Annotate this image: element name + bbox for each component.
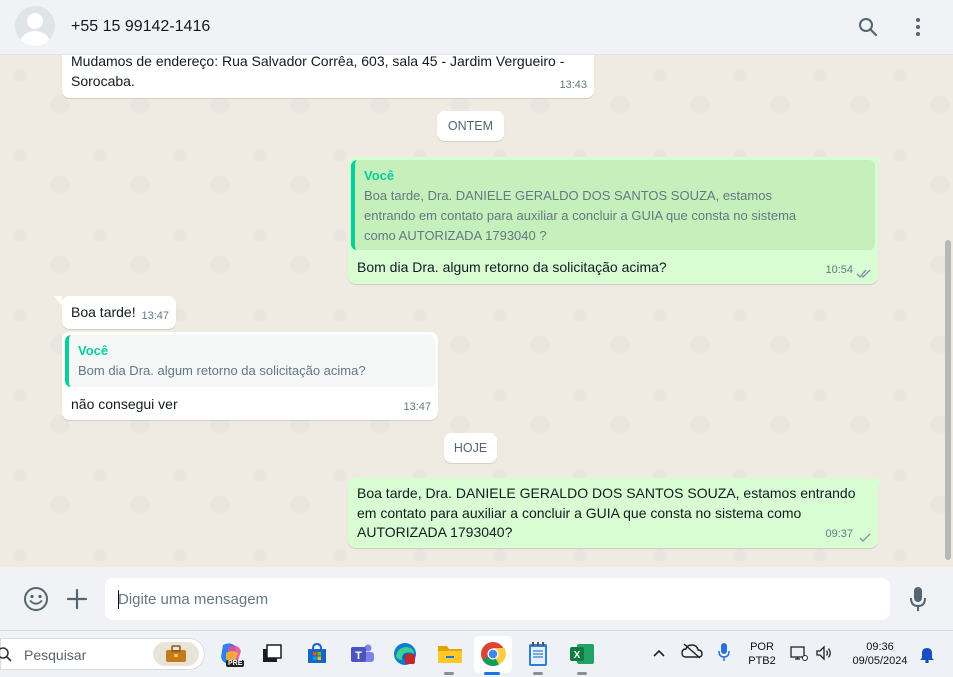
message-text: Boa tarde, Dra. DANIELE GERALDO DOS SANT…	[357, 485, 856, 540]
text-caret	[118, 590, 119, 609]
search-icon[interactable]	[855, 14, 881, 40]
message-text: Boa tarde!	[71, 304, 136, 320]
date-separator: HOJE	[444, 433, 497, 463]
teams-icon[interactable]: T	[348, 640, 376, 668]
quote-author: Você	[364, 168, 395, 183]
network-icon[interactable]	[790, 644, 808, 667]
task-view-icon[interactable]	[258, 640, 286, 668]
notification-bell-icon[interactable]	[919, 645, 935, 668]
chat-header: +55 15 99142-1416	[0, 0, 953, 55]
message-time: 09:37	[825, 528, 853, 540]
message-time: 10:54	[825, 264, 853, 276]
search-label: Pesquisar	[24, 647, 87, 663]
sent-tick-icon	[859, 533, 871, 542]
contact-name[interactable]: +55 15 99142-1416	[71, 18, 210, 36]
running-indicator	[577, 672, 587, 675]
message-text: Mudamos de endereço: Rua Salvador Corrêa…	[71, 55, 565, 89]
search-icon	[0, 647, 12, 662]
input-language-indicator[interactable]: POR PTB2	[744, 640, 780, 668]
date-separator: ONTEM	[437, 111, 504, 141]
active-indicator	[484, 672, 500, 675]
chat-area[interactable]: Mudamos de endereço: Rua Salvador Corrêa…	[0, 55, 953, 567]
chat-scrollbar[interactable]	[945, 240, 951, 560]
quote-author: Você	[78, 343, 109, 358]
copilot-badge: PRE	[226, 660, 245, 667]
language-code: POR	[750, 641, 774, 653]
excel-icon[interactable]: X	[568, 640, 596, 668]
incoming-message[interactable]: Você Bom dia Dra. algum retorno da solic…	[62, 332, 438, 420]
onedrive-cloud-off-icon[interactable]	[681, 643, 703, 664]
svg-text:X: X	[574, 650, 581, 661]
message-time: 13:43	[559, 79, 587, 91]
copilot-icon[interactable]: PRE	[217, 640, 245, 668]
outgoing-message[interactable]: Você Boa tarde, Dra. DANIELE GERALDO DOS…	[348, 157, 878, 284]
contact-avatar[interactable]	[15, 6, 55, 46]
file-explorer-icon[interactable]	[436, 640, 464, 668]
clock-date: 09/05/2024	[852, 655, 908, 667]
system-clock[interactable]: 09:36 09/05/2024	[844, 640, 916, 668]
store-icon[interactable]	[303, 640, 331, 668]
message-time: 13:47	[403, 401, 431, 413]
message-time: 13:47	[141, 310, 169, 322]
running-indicator	[533, 672, 543, 675]
quote-text: Boa tarde, Dra. DANIELE GERALDO DOS SANT…	[364, 188, 797, 243]
message-text: não consegui ver	[71, 396, 178, 412]
microphone-tray-icon[interactable]	[717, 642, 731, 667]
svg-text:T: T	[355, 650, 362, 662]
avatar-body	[20, 31, 50, 46]
volume-icon[interactable]	[815, 644, 833, 667]
menu-dots-icon[interactable]	[905, 14, 931, 40]
chrome-browser-icon[interactable]	[479, 640, 507, 668]
notepad-icon[interactable]	[524, 640, 552, 668]
delivered-ticks-icon	[856, 269, 871, 279]
incoming-message[interactable]: Boa tarde! 13:47	[62, 296, 176, 329]
edge-browser-icon[interactable]	[391, 640, 419, 668]
briefcase-icon[interactable]	[153, 642, 199, 666]
microphone-icon[interactable]	[903, 584, 933, 614]
message-text: Bom dia Dra. algum retorno da solicitaçã…	[357, 259, 667, 275]
emoji-icon[interactable]	[21, 584, 51, 614]
show-hidden-icons-chevron-icon[interactable]	[652, 645, 666, 663]
message-composer	[0, 567, 953, 630]
clock-time: 09:36	[866, 641, 894, 653]
taskbar-search-box[interactable]: Pesquisar	[0, 638, 205, 670]
avatar-head	[27, 13, 43, 29]
message-input[interactable]	[105, 578, 890, 620]
keyboard-layout: PTB2	[748, 655, 776, 667]
quoted-message[interactable]: Você Boa tarde, Dra. DANIELE GERALDO DOS…	[351, 160, 875, 250]
bubble-tail	[54, 296, 62, 306]
incoming-message[interactable]: Mudamos de endereço: Rua Salvador Corrêa…	[62, 55, 594, 98]
quoted-message[interactable]: Você Bom dia Dra. algum retorno da solic…	[65, 335, 435, 387]
running-indicator	[444, 672, 454, 675]
windows-taskbar: Pesquisar PRE T X POR PTB2 09:36 09/05/2…	[0, 630, 953, 677]
edge-badge	[405, 654, 415, 664]
quote-text: Bom dia Dra. algum retorno da solicitaçã…	[78, 363, 366, 378]
outgoing-message[interactable]: Boa tarde, Dra. DANIELE GERALDO DOS SANT…	[348, 478, 878, 548]
attach-plus-icon[interactable]	[62, 584, 92, 614]
